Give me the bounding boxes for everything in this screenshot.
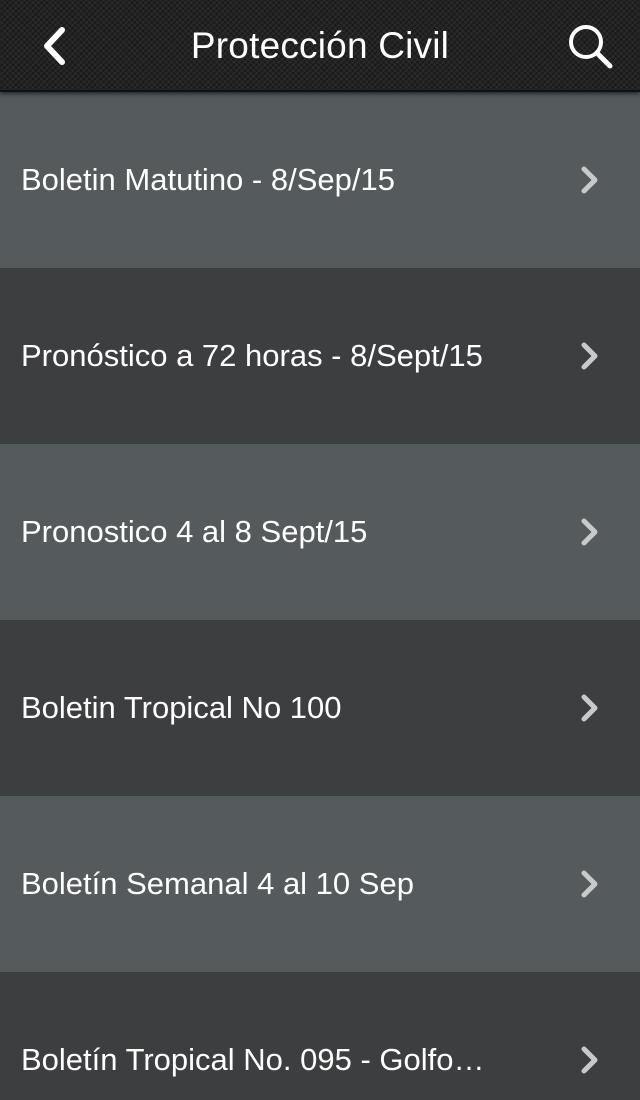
app-screen: Protección Civil Boletin Matutino - 8/Se… [0,0,640,1100]
list-item[interactable]: Pronostico 4 al 8 Sept/15 [0,444,640,620]
search-icon [569,25,613,69]
chevron-right-icon [578,164,602,196]
page-title: Protección Civil [190,25,450,66]
chevron-right-icon [578,692,602,724]
list-item[interactable]: Boletin Matutino - 8/Sep/15 [0,92,640,268]
list-item[interactable]: Boletin Tropical No 100 [0,620,640,796]
list-item[interactable]: Boletín Semanal 4 al 10 Sep [0,796,640,972]
chevron-left-icon [44,27,65,65]
list-item[interactable]: Boletín Tropical No. 095 - Golfo… [0,972,640,1100]
list-item-label: Boletín Semanal 4 al 10 Sep [21,866,414,901]
navigation-bar: Protección Civil [0,0,640,92]
search-button[interactable] [558,14,622,78]
back-button[interactable] [22,14,86,78]
list-item-label: Boletin Matutino - 8/Sep/15 [21,162,395,197]
chevron-right-icon [578,1044,602,1076]
list-item-label: Boletín Tropical No. 095 - Golfo… [21,1042,485,1077]
chevron-right-icon [578,868,602,900]
chevron-right-icon [578,340,602,372]
chevron-right-icon [578,516,602,548]
bulletin-list: Boletin Matutino - 8/Sep/15 Pronóstico a… [0,92,640,1100]
list-item-label: Pronóstico a 72 horas - 8/Sept/15 [21,338,483,373]
list-item-label: Boletin Tropical No 100 [21,690,342,725]
list-item-label: Pronostico 4 al 8 Sept/15 [21,514,368,549]
list-item[interactable]: Pronóstico a 72 horas - 8/Sept/15 [0,268,640,444]
